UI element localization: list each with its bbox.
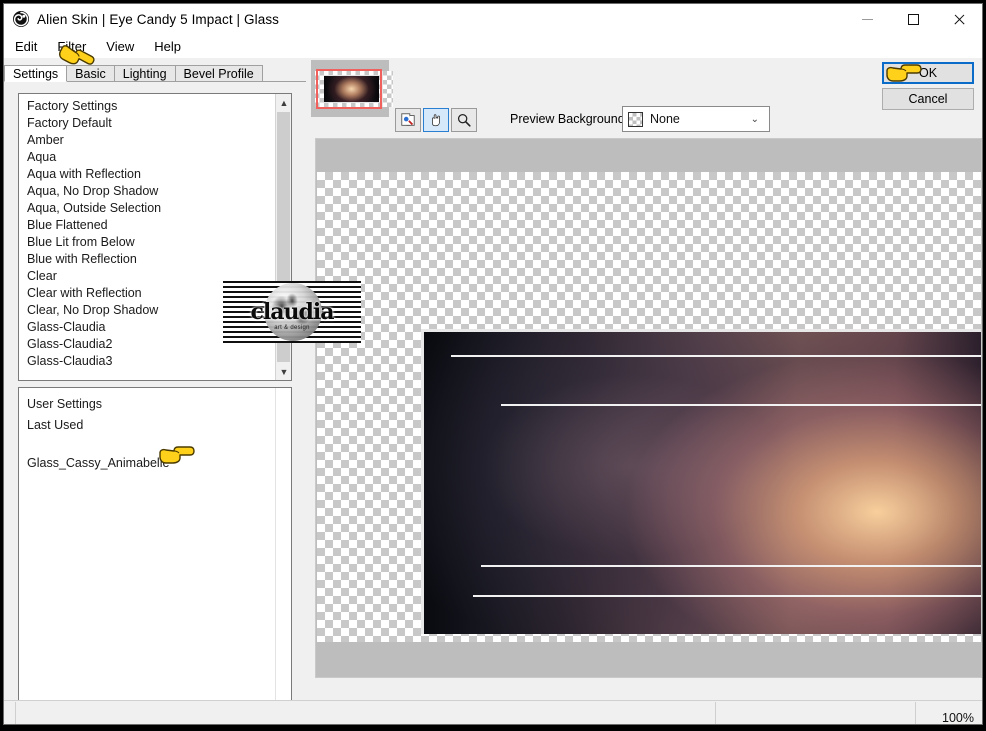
window-title: Alien Skin | Eye Candy 5 Impact | Glass [37, 11, 280, 27]
user-list-scrollbar[interactable] [275, 388, 291, 724]
ok-button[interactable]: OK [882, 62, 974, 84]
navigator-viewport-rect[interactable] [316, 69, 382, 109]
menu-item-help[interactable]: Help [145, 37, 190, 56]
list-item[interactable]: Glass-Claudia3 [27, 353, 274, 370]
preview-canvas[interactable] [315, 138, 982, 678]
close-button[interactable] [936, 4, 982, 34]
screen-root: Alien Skin | Eye Candy 5 Impact | Glass … [0, 0, 986, 731]
window-controls [844, 4, 982, 34]
title-bar: Alien Skin | Eye Candy 5 Impact | Glass [4, 4, 982, 34]
watermark-text: claudia [250, 299, 335, 325]
list-item[interactable]: Factory Settings [27, 98, 274, 115]
menu-bar: Edit Filter View Help [4, 34, 982, 58]
list-item[interactable]: Aqua, No Drop Shadow [27, 183, 274, 200]
settings-panel: Factory Settings Factory Default Amber A… [4, 81, 306, 724]
navigator-thumbnail[interactable] [311, 60, 393, 117]
scroll-up-icon[interactable]: ▲ [276, 94, 291, 111]
preview-background-select[interactable]: None ⌄ [622, 106, 770, 132]
list-item[interactable]: Aqua, Outside Selection [27, 200, 274, 217]
tab-settings[interactable]: Settings [4, 65, 68, 82]
preview-background-value: None [650, 112, 680, 126]
minimize-button[interactable] [844, 4, 890, 34]
selected-preset-item[interactable]: Glass_Cassy_Animabelle [27, 456, 169, 470]
hand-tool-icon[interactable] [423, 108, 449, 132]
watermark-subtext: art & design [274, 325, 310, 331]
claudia-watermark: claudia art & design [223, 281, 361, 343]
maximize-button[interactable] [890, 4, 936, 34]
list-item[interactable]: Aqua [27, 149, 274, 166]
preview-toolbar [395, 108, 479, 132]
zoom-tool-icon[interactable] [451, 108, 477, 132]
eyedropper-tool-icon[interactable] [395, 108, 421, 132]
dialog-buttons: OK Cancel [882, 62, 974, 110]
scroll-down-icon[interactable]: ▼ [276, 363, 291, 380]
preview-image [421, 329, 981, 634]
zoom-level-indicator: 100% [942, 711, 974, 725]
menu-item-filter[interactable]: Filter [48, 37, 95, 56]
tab-basic[interactable]: Basic [66, 65, 115, 82]
menu-item-edit[interactable]: Edit [6, 37, 46, 56]
tab-lighting[interactable]: Lighting [113, 65, 176, 82]
alien-skin-swirl-icon [12, 10, 30, 28]
tab-bevel-profile[interactable]: Bevel Profile [174, 65, 263, 82]
cancel-button[interactable]: Cancel [882, 88, 974, 110]
list-item[interactable]: Amber [27, 132, 274, 149]
status-bar: 100% [4, 700, 982, 724]
chevron-down-icon[interactable]: ⌄ [751, 114, 759, 125]
list-item[interactable]: Last Used [27, 417, 279, 434]
menu-item-view[interactable]: View [97, 37, 143, 56]
list-item[interactable]: Blue with Reflection [27, 251, 274, 268]
list-item[interactable]: Blue Flattened [27, 217, 274, 234]
preview-background-label: Preview Background: [510, 112, 629, 126]
list-item[interactable]: User Settings [27, 396, 279, 413]
list-item[interactable]: Factory Default [27, 115, 274, 132]
list-item[interactable]: Blue Lit from Below [27, 234, 274, 251]
preview-panel: Preview Background: None ⌄ OK Cancel [307, 60, 982, 701]
transparency-swatch-icon [628, 111, 643, 127]
list-item[interactable]: Aqua with Reflection [27, 166, 274, 183]
application-window: Alien Skin | Eye Candy 5 Impact | Glass … [3, 3, 983, 725]
user-settings-list[interactable]: User Settings Last Used Glass_Cassy_Anim… [18, 387, 292, 724]
